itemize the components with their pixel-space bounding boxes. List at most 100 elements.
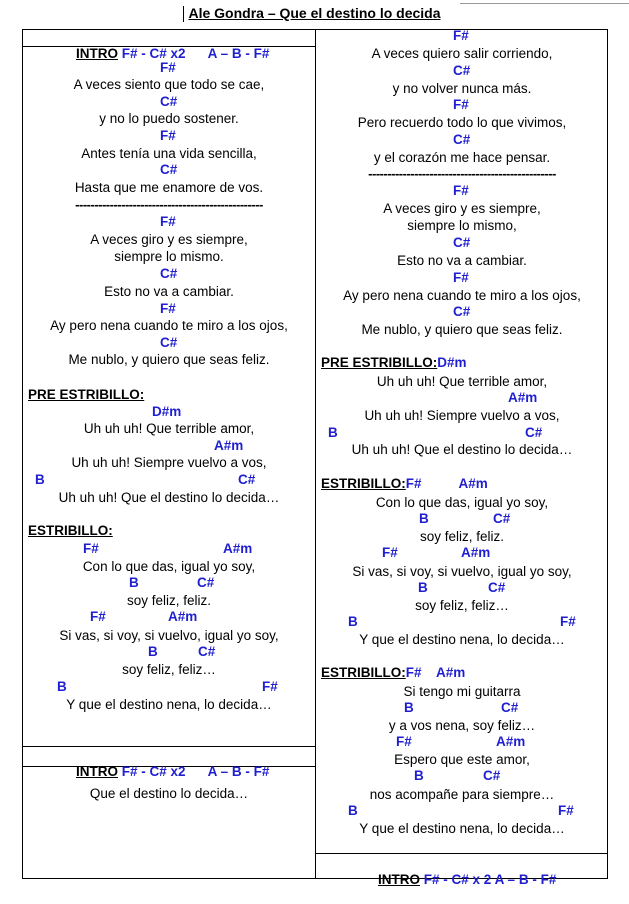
chord: A#m	[168, 609, 198, 624]
lyric-line: A veces siento que todo se cae,	[73, 77, 265, 92]
intro-chords-a: F# - C# x2	[121, 764, 186, 779]
intro-label: INTRO	[76, 46, 119, 61]
lyric-line: y no volver nunca más.	[392, 81, 532, 96]
chord: C#	[197, 575, 215, 590]
lyric-line: y a vos nena, soy feliz…	[388, 718, 536, 733]
lyric-line: Pero recuerdo todo lo que vivimos,	[357, 115, 567, 130]
chord: C#	[501, 700, 519, 715]
chord: F#	[83, 541, 99, 556]
lyric-line: Uh uh uh! Que terrible amor,	[83, 421, 255, 436]
chord: F#	[405, 476, 422, 491]
lyric-line: siempre lo mismo,	[407, 218, 517, 233]
lyric-line: Si vas, si voy, si vuelvo, igual yo soy,	[352, 564, 572, 579]
chord: F#	[453, 183, 469, 198]
chord: F#	[560, 614, 576, 629]
intro-label: INTRO	[76, 764, 119, 779]
outro-line: Que el destino lo decida…	[89, 786, 249, 801]
chord: C#	[453, 235, 471, 250]
chorus-label: ESTRIBILLO:	[321, 665, 406, 680]
lyric-line: Esto no va a cambiar.	[104, 284, 234, 299]
chord: A#m	[508, 390, 538, 405]
chord: C#	[488, 580, 506, 595]
left-column: INTRO F# - C# x2 A – B - F# F# A veces s…	[23, 0, 315, 887]
intro-chords-b: A – B - F#	[207, 46, 270, 61]
intro-label: INTRO	[378, 872, 421, 887]
lyric-line: Y que el destino nena, lo decida…	[359, 821, 565, 836]
pre-chorus-heading: PRE ESTRIBILLO:D#m	[321, 355, 467, 371]
lyric-line: y el corazón me hace pensar.	[373, 150, 551, 165]
chorus-heading: ESTRIBILLO:	[28, 523, 113, 539]
chord: F#	[396, 734, 412, 749]
chord: A#m	[458, 476, 488, 491]
lyric-line: Y que el destino nena, lo decida…	[66, 697, 272, 712]
chord: F#	[262, 679, 278, 694]
lyric-line: Con lo que das, igual yo soy,	[82, 559, 256, 574]
intro-chords-b: A – B - F#	[207, 764, 270, 779]
lyric-line: A veces giro y es siempre,	[90, 232, 248, 247]
pre-chorus-label: PRE ESTRIBILLO:	[321, 355, 438, 370]
chord: F#	[160, 128, 176, 143]
lyric-line: Uh uh uh! Que el destino lo decida…	[351, 442, 573, 457]
lyric-line: Me nublo, y quiero que seas feliz.	[68, 352, 270, 367]
intro-chords-b: A – B - F#	[494, 872, 557, 887]
lyric-line: Uh uh uh! Siempre vuelvo a vos,	[71, 455, 267, 470]
lyric-line: Esto no va a cambiar.	[397, 253, 527, 268]
pre-chorus-heading: PRE ESTRIBILLO:	[28, 387, 144, 403]
intro-chords-a: F# - C# x2	[121, 46, 186, 61]
chord: F#	[382, 545, 398, 560]
lyric-line: y no lo puedo sostener.	[99, 111, 239, 126]
chord: B	[404, 700, 414, 715]
chord: C#	[483, 768, 501, 783]
lyric-line: soy feliz, feliz…	[415, 598, 509, 613]
chord: B	[418, 580, 428, 595]
chord: B	[57, 679, 67, 694]
chord: F#	[558, 803, 574, 818]
chord: B	[35, 472, 45, 487]
chord: C#	[160, 94, 178, 109]
lyric-line: Uh uh uh! Que terrible amor,	[376, 374, 548, 389]
chord: F#	[90, 609, 106, 624]
chord: B	[129, 575, 139, 590]
chord: C#	[453, 132, 471, 147]
lyric-line: Antes tenía una vida sencilla,	[81, 146, 257, 161]
chord: C#	[160, 266, 178, 281]
chord: B	[348, 614, 358, 629]
lyric-line: Con lo que das, igual yo soy,	[375, 495, 549, 510]
lyric-line: Si vas, si voy, si vuelvo, igual yo soy,	[59, 628, 279, 643]
lyric-line: nos acompañe para siempre…	[369, 787, 555, 802]
lyric-line: Espero que este amor,	[394, 752, 530, 767]
separator-dashes: ----------------------------------------…	[368, 166, 556, 181]
chord: B	[414, 768, 424, 783]
chord: F#	[453, 97, 469, 112]
chord: B	[328, 425, 338, 440]
lyric-line: Ay pero nena cuando te miro a los ojos,	[343, 288, 581, 303]
chord: F#	[160, 60, 176, 75]
chord: C#	[160, 335, 178, 350]
lyric-line: A veces quiero salir corriendo,	[371, 46, 553, 61]
chord: C#	[198, 644, 216, 659]
chord: F#	[160, 214, 176, 229]
chord: C#	[160, 162, 178, 177]
chord: C#	[525, 425, 543, 440]
chord: B	[148, 644, 158, 659]
lyric-line: Ay pero nena cuando te miro a los ojos,	[50, 318, 288, 333]
lyric-line: Uh uh uh! Que el destino lo decida…	[58, 490, 280, 505]
lyric-line: soy feliz, feliz.	[126, 593, 212, 608]
lyric-line: Me nublo, y quiero que seas feliz.	[361, 322, 563, 337]
pre-chorus-label: PRE ESTRIBILLO:	[28, 387, 145, 402]
chord: C#	[453, 304, 471, 319]
chord: F#	[160, 301, 176, 316]
chord: F#	[405, 665, 422, 680]
lyric-line: Y que el destino nena, lo decida…	[359, 632, 565, 647]
chord: A#m	[223, 541, 253, 556]
lyric-line: Uh uh uh! Siempre vuelvo a vos,	[364, 408, 560, 423]
intro-chords-a: F# - C# x 2	[423, 872, 492, 887]
chord: A#m	[214, 438, 244, 453]
chord: D#m	[152, 404, 182, 419]
chord: B	[419, 511, 429, 526]
lyric-line: A veces giro y es siempre,	[383, 201, 541, 216]
intro-bottom-line: INTRO F# - C# x 2 A – B - F#	[363, 856, 556, 904]
chord: A#m	[436, 665, 466, 680]
lyric-line: Si tengo mi guitarra	[403, 684, 521, 699]
chord: C#	[453, 63, 471, 78]
